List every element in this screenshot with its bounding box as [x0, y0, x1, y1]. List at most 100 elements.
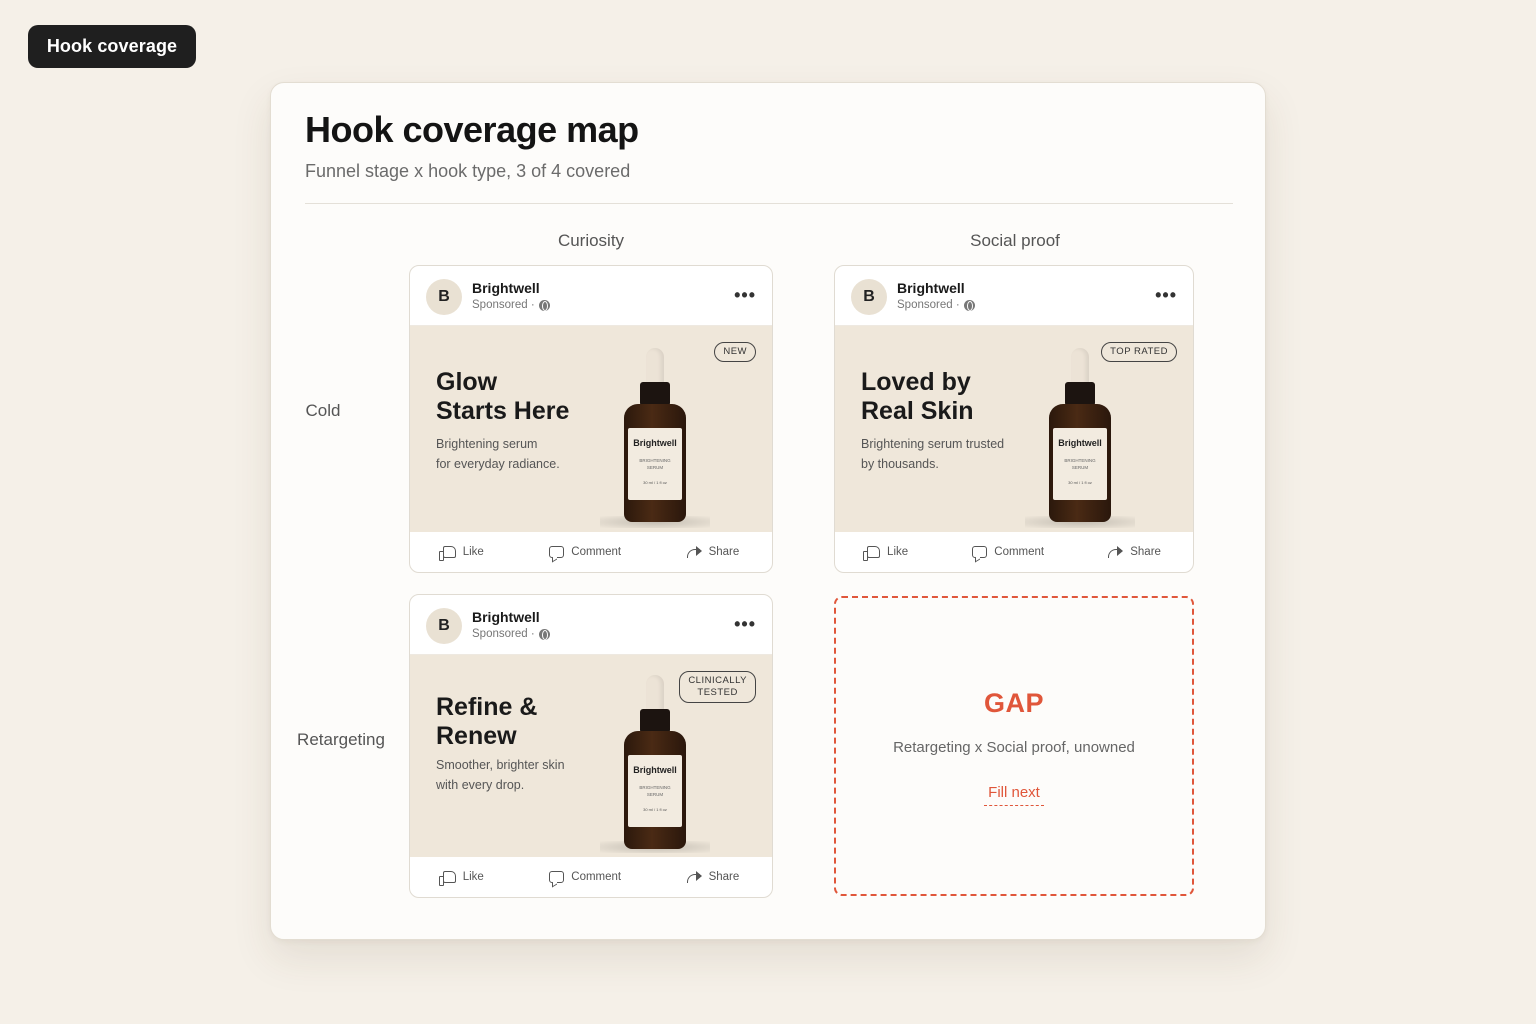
- row-header-retargeting: Retargeting: [297, 730, 385, 749]
- ad-header: B Brightwell Sponsored · •••: [410, 266, 772, 326]
- share-icon: [686, 546, 702, 558]
- bottle-product: SERUM: [1071, 465, 1089, 470]
- like-label: Like: [887, 546, 909, 558]
- thumbs-up-icon: [438, 546, 456, 561]
- body-line: Brightening serum trusted: [861, 437, 1005, 451]
- headline-line: Loved by: [861, 368, 971, 396]
- body-line: Smoother, brighter skin: [436, 758, 565, 772]
- bottle-brand: Brightwell: [633, 438, 677, 448]
- new-badge: NEW: [714, 342, 756, 362]
- headline-line: Refine &: [436, 693, 538, 721]
- body-line: for everyday radiance.: [436, 457, 560, 471]
- share-label: Share: [708, 871, 740, 883]
- headline-line: Glow: [436, 368, 498, 396]
- ad-card-cold-curiosity[interactable]: B Brightwell Sponsored · ••• Glow Starts …: [409, 265, 773, 573]
- column-header-curiosity: Curiosity: [557, 231, 625, 250]
- badge-line: CLINICALLY: [688, 675, 747, 686]
- ad-headline: Loved by Real Skin: [861, 368, 1051, 426]
- globe-icon: [538, 299, 550, 311]
- sponsored-label: Sponsored ·: [472, 628, 550, 640]
- comment-button[interactable]: Comment: [549, 871, 621, 883]
- ad-body: Brightening serum trusted by thousands.: [861, 434, 1021, 474]
- column-header-social-proof: Social proof: [970, 231, 1060, 250]
- brand-name[interactable]: Brightwell: [897, 280, 965, 296]
- ad-creative[interactable]: Glow Starts Here Brightening serum for eve…: [410, 326, 772, 532]
- body-line: Brightening serum: [436, 437, 538, 451]
- page-title: Hook coverage map: [305, 109, 639, 150]
- ad-body: Brightening serum for everyday radiance.: [436, 434, 606, 474]
- body-line: with every drop.: [436, 778, 525, 792]
- bottle-volume: 30 ml / 1 fl oz: [643, 480, 667, 485]
- serum-bottle-image: Brightwell BRIGHTENING SERUM 30 ml / 1 fl o…: [1049, 348, 1111, 522]
- gap-cell-retargeting-social-proof[interactable]: GAP Retargeting x Social proof, unowned …: [834, 596, 1194, 896]
- comment-icon: [972, 546, 988, 558]
- share-icon: [686, 871, 702, 883]
- ad-header: B Brightwell Sponsored · •••: [410, 595, 772, 655]
- sponsored-text: Sponsored ·: [897, 299, 960, 311]
- bottle-product: BRIGHTENING: [639, 458, 671, 463]
- sponsored-label: Sponsored ·: [472, 299, 550, 311]
- like-button[interactable]: Like: [438, 871, 484, 886]
- ad-actions: Like Comment Share: [410, 532, 772, 572]
- share-button[interactable]: Share: [686, 546, 740, 558]
- like-label: Like: [462, 546, 484, 558]
- globe-icon: [963, 299, 975, 311]
- avatar[interactable]: B: [851, 279, 887, 315]
- gap-title: GAP: [983, 688, 1044, 718]
- ad-card-retargeting-curiosity[interactable]: B Brightwell Sponsored · ••• Refine & Ren…: [409, 594, 773, 898]
- ad-actions: Like Comment Share: [410, 857, 772, 897]
- comment-label: Comment: [571, 871, 622, 883]
- ad-headline: Glow Starts Here: [436, 368, 626, 426]
- comment-button[interactable]: Comment: [549, 546, 621, 558]
- ad-creative[interactable]: Refine & Renew Smoother, brighter skin wit…: [410, 655, 772, 857]
- row-header-cold: Cold: [305, 401, 341, 420]
- sponsored-label: Sponsored ·: [897, 299, 975, 311]
- brand-name[interactable]: Brightwell: [472, 280, 540, 296]
- ad-body: Smoother, brighter skin with every drop.: [436, 755, 606, 795]
- fill-next-link[interactable]: Fill next: [984, 784, 1044, 806]
- thumbs-up-icon: [863, 546, 881, 561]
- badge-line: TESTED: [697, 687, 738, 698]
- more-options-icon[interactable]: •••: [1155, 286, 1177, 304]
- headline-line: Starts Here: [436, 397, 570, 425]
- headline-line: Real Skin: [861, 397, 974, 425]
- avatar[interactable]: B: [426, 279, 462, 315]
- share-button[interactable]: Share: [1108, 546, 1161, 558]
- sponsored-text: Sponsored ·: [472, 628, 535, 640]
- share-label: Share: [708, 546, 740, 558]
- hook-coverage-tag[interactable]: Hook coverage: [28, 25, 196, 68]
- ad-header: B Brightwell Sponsored · •••: [835, 266, 1193, 326]
- comment-icon: [549, 871, 565, 883]
- like-button[interactable]: Like: [438, 546, 484, 561]
- comment-label: Comment: [571, 546, 622, 558]
- headline-line: Renew: [436, 722, 517, 750]
- body-line: by thousands.: [861, 457, 939, 471]
- share-label: Share: [1130, 546, 1161, 558]
- clinically-tested-badge: CLINICALLY TESTED: [679, 671, 756, 703]
- thumbs-up-icon: [438, 871, 456, 886]
- more-options-icon[interactable]: •••: [734, 286, 756, 304]
- ad-card-cold-social-proof[interactable]: B Brightwell Sponsored · ••• Loved by Rea…: [834, 265, 1194, 573]
- coverage-panel: Hook coverage map Funnel stage x hook ty…: [270, 82, 1266, 940]
- like-label: Like: [462, 871, 484, 883]
- avatar[interactable]: B: [426, 608, 462, 644]
- ad-creative[interactable]: Loved by Real Skin Brightening serum trus…: [835, 326, 1193, 532]
- divider: [305, 203, 1233, 204]
- bottle-volume: 30 ml / 1 fl oz: [643, 807, 667, 812]
- bottle-brand: Brightwell: [1058, 438, 1102, 448]
- bottle-product: SERUM: [646, 792, 664, 797]
- gap-subtitle: Retargeting x Social proof, unowned: [893, 739, 1135, 756]
- bottle-product: BRIGHTENING: [639, 785, 671, 790]
- comment-button[interactable]: Comment: [972, 546, 1044, 558]
- bottle-product: SERUM: [646, 465, 664, 470]
- top-rated-badge: TOP RATED: [1101, 342, 1177, 362]
- ad-actions: Like Comment Share: [835, 532, 1193, 572]
- comment-icon: [549, 546, 565, 558]
- sponsored-text: Sponsored ·: [472, 299, 535, 311]
- globe-icon: [538, 628, 550, 640]
- more-options-icon[interactable]: •••: [734, 615, 756, 633]
- comment-label: Comment: [994, 546, 1045, 558]
- like-button[interactable]: Like: [863, 546, 909, 561]
- share-button[interactable]: Share: [686, 871, 740, 883]
- brand-name[interactable]: Brightwell: [472, 609, 540, 625]
